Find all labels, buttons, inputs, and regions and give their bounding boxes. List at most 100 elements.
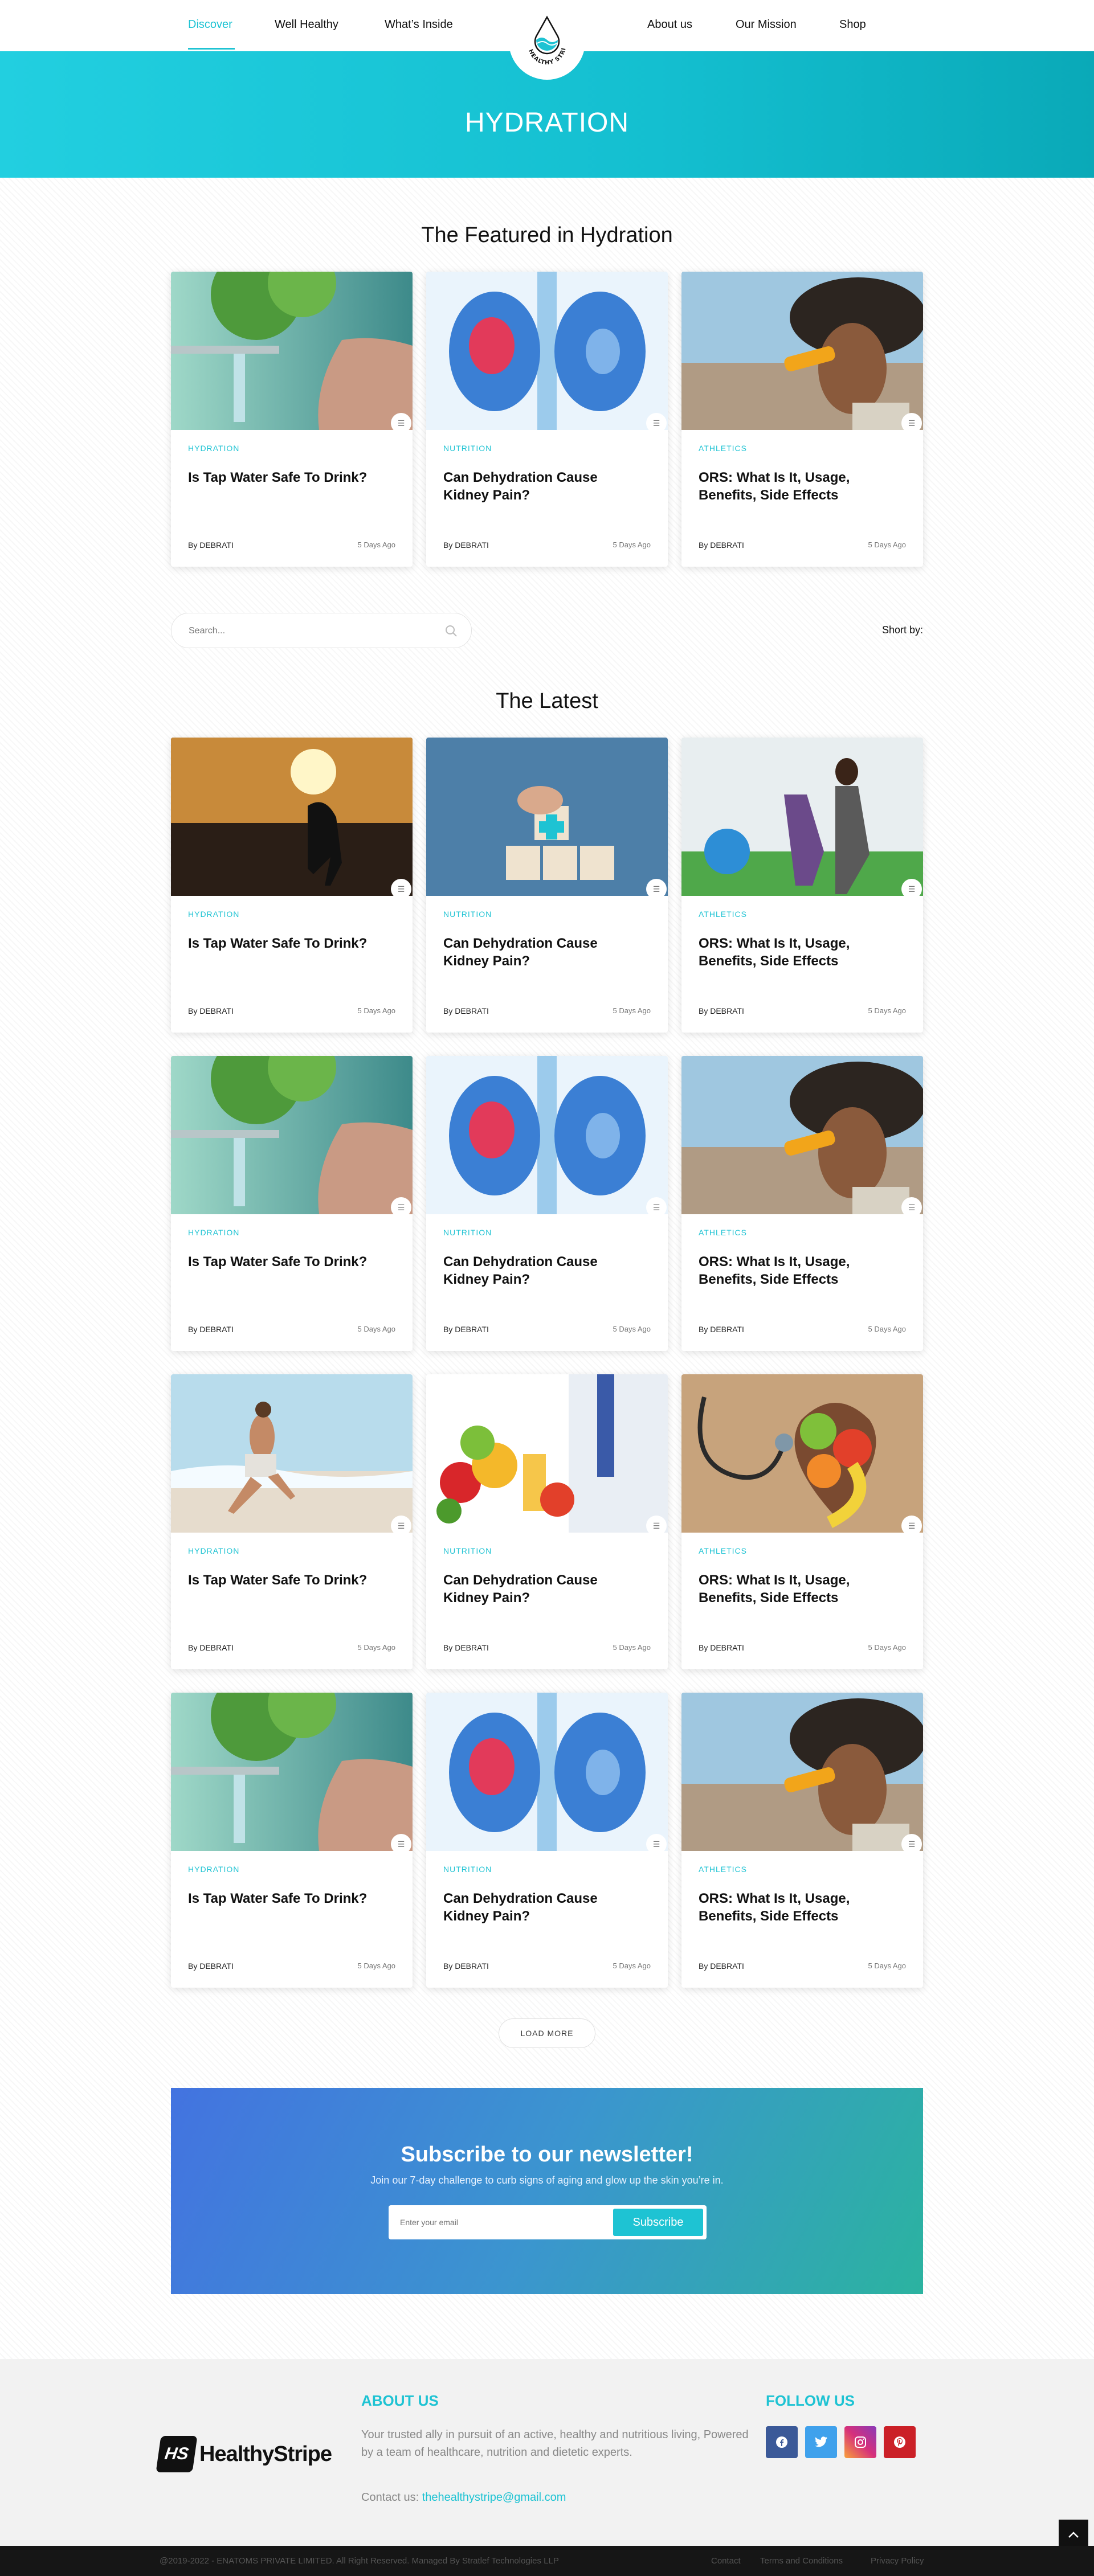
latest-card[interactable]: ☰ HYDRATION Is Tap Water Safe To Drink? By … xyxy=(171,1374,413,1669)
card-category[interactable]: ATHLETICS xyxy=(699,444,747,453)
facebook-icon[interactable] xyxy=(766,2426,798,2458)
card-menu-icon[interactable]: ☰ xyxy=(646,1516,667,1536)
latest-card[interactable]: ☰ NUTRITION Can Dehydration Cause Kidney P… xyxy=(426,1374,668,1669)
card-menu-icon[interactable]: ☰ xyxy=(646,1834,667,1854)
card-title[interactable]: Can Dehydration Cause Kidney Pain? xyxy=(443,1571,626,1607)
subscribe-button[interactable]: Subscribe xyxy=(613,2209,703,2236)
card-author: By DEBRATI xyxy=(443,540,489,550)
card-category[interactable]: NUTRITION xyxy=(443,910,492,919)
card-author: By DEBRATI xyxy=(443,1325,489,1334)
footer-link-contact[interactable]: Contact xyxy=(711,2556,741,2566)
instagram-icon[interactable] xyxy=(844,2426,876,2458)
card-date: 5 Days Ago xyxy=(357,1961,396,1970)
card-title[interactable]: ORS: What Is It, Usage, Benefits, Side E… xyxy=(699,935,881,970)
latest-card[interactable]: ☰ HYDRATION Is Tap Water Safe To Drink? By … xyxy=(171,738,413,1033)
featured-card[interactable]: ☰ ATHLETICS ORS: What Is It, Usage, Bene… xyxy=(681,272,923,567)
card-category[interactable]: ATHLETICS xyxy=(699,1546,747,1555)
back-to-top-button[interactable] xyxy=(1059,2520,1088,2549)
card-title[interactable]: Is Tap Water Safe To Drink? xyxy=(188,469,370,486)
card-menu-icon[interactable]: ☰ xyxy=(391,413,411,433)
nav-about-us[interactable]: About us xyxy=(647,18,692,31)
nav-our-mission[interactable]: Our Mission xyxy=(736,18,797,31)
card-date: 5 Days Ago xyxy=(357,1643,396,1652)
card-category[interactable]: NUTRITION xyxy=(443,1865,492,1874)
about-heading: ABOUT US xyxy=(361,2392,439,2409)
email-field[interactable] xyxy=(400,2215,605,2229)
card-category[interactable]: HYDRATION xyxy=(188,1865,239,1874)
card-menu-icon[interactable]: ☰ xyxy=(901,879,922,899)
card-date: 5 Days Ago xyxy=(613,540,651,549)
card-title[interactable]: Is Tap Water Safe To Drink? xyxy=(188,1890,370,1907)
card-category[interactable]: ATHLETICS xyxy=(699,1228,747,1237)
card-title[interactable]: Is Tap Water Safe To Drink? xyxy=(188,1571,370,1589)
card-menu-icon[interactable]: ☰ xyxy=(901,413,922,433)
follow-heading: FOLLOW US xyxy=(766,2392,855,2409)
nav-shop[interactable]: Shop xyxy=(839,18,866,31)
site-logo[interactable]: HEALTHY STRIPE xyxy=(509,3,585,80)
card-menu-icon[interactable]: ☰ xyxy=(646,879,667,899)
card-title[interactable]: Can Dehydration Cause Kidney Pain? xyxy=(443,935,626,970)
search-bar[interactable] xyxy=(171,613,472,648)
card-title[interactable]: Can Dehydration Cause Kidney Pain? xyxy=(443,1890,626,1925)
newsletter-title: Subscribe to our newsletter! xyxy=(401,2143,693,2167)
kidney-image xyxy=(426,1693,668,1851)
card-category[interactable]: HYDRATION xyxy=(188,1546,239,1555)
card-title[interactable]: ORS: What Is It, Usage, Benefits, Side E… xyxy=(699,1253,881,1288)
ors-drink-image xyxy=(681,1056,923,1214)
nav-discover[interactable]: Discover xyxy=(188,18,232,31)
featured-card[interactable]: ☰ NUTRITION Can Dehydration Cause Kidney… xyxy=(426,272,668,567)
search-input[interactable] xyxy=(189,624,428,638)
tap-water-image xyxy=(171,272,413,430)
latest-card[interactable]: ☰ NUTRITION Can Dehydration Cause Kidney P… xyxy=(426,1056,668,1351)
card-menu-icon[interactable]: ☰ xyxy=(646,1197,667,1218)
contact-email-link[interactable]: thehealthystripe@gmail.com xyxy=(422,2491,566,2504)
footer-link-terms[interactable]: Terms and Conditions xyxy=(760,2556,843,2566)
latest-section-title: The Latest xyxy=(496,689,598,713)
card-category[interactable]: HYDRATION xyxy=(188,444,239,453)
pinterest-icon[interactable] xyxy=(884,2426,916,2458)
footer-link-privacy[interactable]: Privacy Policy xyxy=(871,2556,924,2566)
brand-name: HealthyStripe xyxy=(199,2442,332,2466)
featured-card[interactable]: ☰ HYDRATION Is Tap Water Safe To Drink? … xyxy=(171,272,413,567)
latest-card[interactable]: ☰ HYDRATION Is Tap Water Safe To Drink? By … xyxy=(171,1056,413,1351)
card-menu-icon[interactable]: ☰ xyxy=(391,879,411,899)
card-title[interactable]: Is Tap Water Safe To Drink? xyxy=(188,935,370,952)
card-menu-icon[interactable]: ☰ xyxy=(646,413,667,433)
nav-well-healthy[interactable]: Well Healthy xyxy=(275,18,338,31)
card-category[interactable]: ATHLETICS xyxy=(699,910,747,919)
load-more-button[interactable]: LOAD MORE xyxy=(499,2018,595,2048)
card-category[interactable]: NUTRITION xyxy=(443,1546,492,1555)
sort-by-dropdown[interactable]: Short by: xyxy=(882,624,923,636)
latest-card[interactable]: ☰ ATHLETICS ORS: What Is It, Usage, Benefi… xyxy=(681,1693,923,1988)
twitter-icon[interactable] xyxy=(805,2426,837,2458)
card-menu-icon[interactable]: ☰ xyxy=(901,1197,922,1218)
card-category[interactable]: HYDRATION xyxy=(188,1228,239,1237)
latest-card[interactable]: ☰ ATHLETICS ORS: What Is It, Usage, Benefi… xyxy=(681,738,923,1033)
card-menu-icon[interactable]: ☰ xyxy=(391,1516,411,1536)
search-icon[interactable] xyxy=(444,624,459,638)
card-author: By DEBRATI xyxy=(188,1643,234,1652)
footer-brand[interactable]: HS HealthyStripe xyxy=(156,2436,332,2472)
card-menu-icon[interactable]: ☰ xyxy=(391,1197,411,1218)
latest-card[interactable]: ☰ NUTRITION Can Dehydration Cause Kidney P… xyxy=(426,738,668,1033)
card-title[interactable]: ORS: What Is It, Usage, Benefits, Side E… xyxy=(699,1890,881,1925)
card-date: 5 Days Ago xyxy=(357,1325,396,1333)
card-title[interactable]: ORS: What Is It, Usage, Benefits, Side E… xyxy=(699,1571,881,1607)
card-category[interactable]: HYDRATION xyxy=(188,910,239,919)
latest-card[interactable]: ☰ ATHLETICS ORS: What Is It, Usage, Benefi… xyxy=(681,1056,923,1351)
latest-card[interactable]: ☰ ATHLETICS ORS: What Is It, Usage, Benefi… xyxy=(681,1374,923,1669)
card-menu-icon[interactable]: ☰ xyxy=(391,1834,411,1854)
card-menu-icon[interactable]: ☰ xyxy=(901,1516,922,1536)
card-category[interactable]: NUTRITION xyxy=(443,1228,492,1237)
card-title[interactable]: Can Dehydration Cause Kidney Pain? xyxy=(443,1253,626,1288)
nav-whats-inside[interactable]: What’s Inside xyxy=(385,18,453,31)
card-category[interactable]: NUTRITION xyxy=(443,444,492,453)
card-menu-icon[interactable]: ☰ xyxy=(901,1834,922,1854)
card-category[interactable]: ATHLETICS xyxy=(699,1865,747,1874)
beach-run-image xyxy=(171,1374,413,1533)
card-title[interactable]: ORS: What Is It, Usage, Benefits, Side E… xyxy=(699,469,881,504)
card-title[interactable]: Is Tap Water Safe To Drink? xyxy=(188,1253,370,1271)
card-title[interactable]: Can Dehydration Cause Kidney Pain? xyxy=(443,469,626,504)
latest-card[interactable]: ☰ HYDRATION Is Tap Water Safe To Drink? By … xyxy=(171,1693,413,1988)
latest-card[interactable]: ☰ NUTRITION Can Dehydration Cause Kidney P… xyxy=(426,1693,668,1988)
